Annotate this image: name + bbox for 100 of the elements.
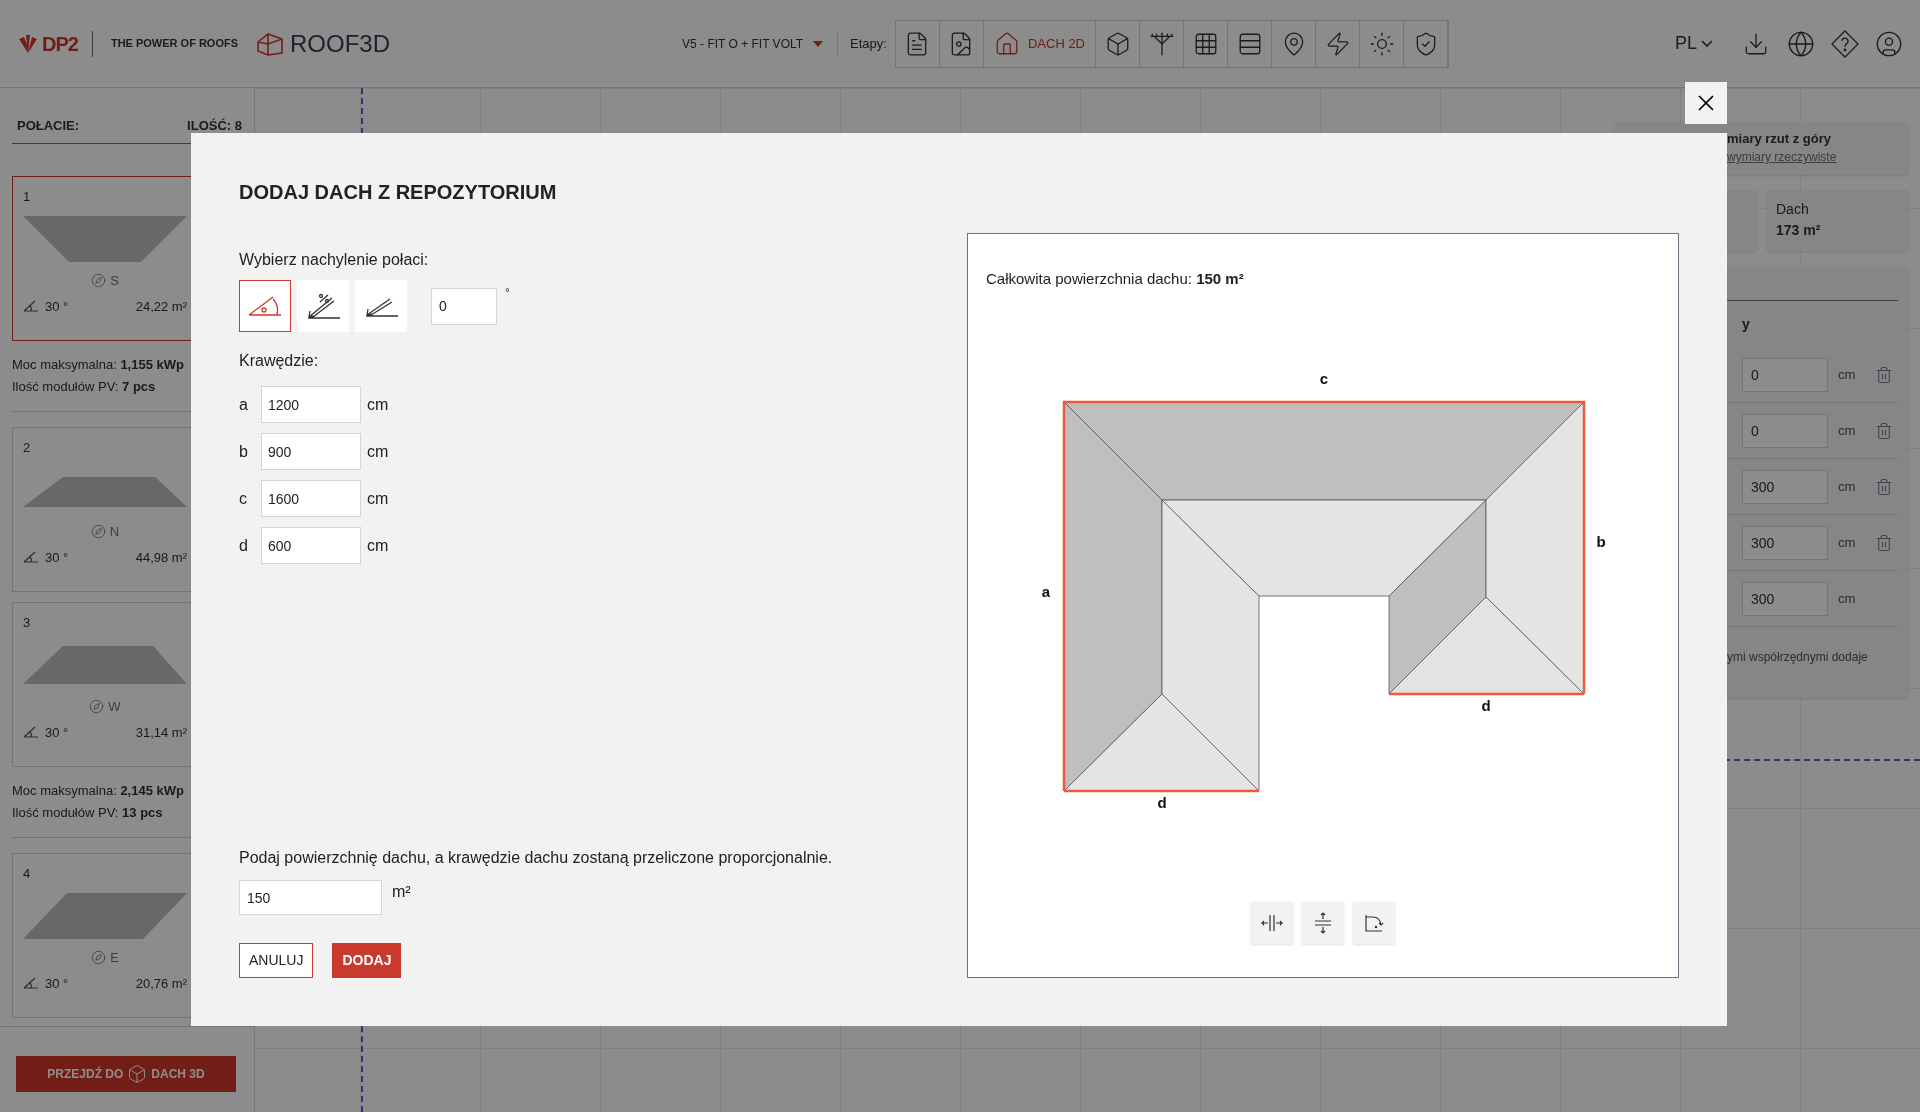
utility-pole-icon	[1148, 30, 1175, 57]
plane-direction: W	[108, 698, 121, 716]
logo-text: DP2	[42, 31, 78, 57]
total-area-text: Całkowita powierzchnia dachu: 150 m²	[986, 270, 1244, 287]
close-button[interactable]	[1685, 82, 1727, 124]
plane-area: 44,98 m²	[135, 547, 187, 567]
degree-unit: °	[505, 285, 510, 302]
plane-direction: E	[110, 949, 119, 967]
edge-name: a	[239, 394, 249, 415]
edge-label: d	[1481, 697, 1491, 714]
delete-icon[interactable]	[1875, 477, 1894, 496]
compass-icon	[91, 950, 107, 966]
plane-number: 3	[23, 614, 32, 632]
mode-text: miary rzut z góry	[1727, 130, 1833, 148]
plane-area: 31,14 m²	[135, 722, 187, 742]
plane-angle: 30 °	[45, 723, 69, 742]
globe-icon[interactable]	[1787, 29, 1815, 58]
edge-length-field[interactable]: 900	[261, 433, 361, 470]
delete-icon[interactable]	[1875, 533, 1894, 552]
note-text: ymi współrzędnymi dodaje	[1727, 650, 1868, 664]
stage-tab[interactable]: DACH 2D	[983, 20, 1096, 67]
column-header: y	[1742, 314, 1750, 334]
unit-label: cm	[1838, 421, 1856, 440]
edge-length-field[interactable]: 1200	[261, 386, 361, 423]
unit-label: cm	[367, 535, 389, 556]
logo-icon	[17, 32, 39, 55]
compass-icon	[91, 273, 107, 289]
module-count-text: Ilość modułów PV: 7 pcs	[12, 378, 157, 396]
flip-vertical-icon	[1312, 912, 1334, 934]
slope-mode-button[interactable]	[239, 280, 291, 332]
slope-angle-icon	[23, 550, 39, 565]
plane-count: ILOŚĆ: 8	[187, 117, 242, 135]
plane-number: 1	[23, 188, 32, 206]
coordinate-field[interactable]: 300	[1742, 525, 1828, 560]
cube-icon	[127, 1064, 148, 1084]
go-to-3d-button[interactable]: PRZEJDŹ DO DACH 3D	[16, 1056, 236, 1092]
delete-icon[interactable]	[1875, 421, 1894, 440]
roof-area-field[interactable]: 150	[239, 880, 382, 915]
unit-label: m²	[392, 882, 411, 902]
coordinate-field[interactable]: 0	[1742, 413, 1828, 448]
edge-length-field[interactable]: 1600	[261, 480, 361, 517]
max-power-text: Moc maksymalna: 1,155 kWp	[12, 356, 185, 374]
plane-number: 4	[23, 865, 32, 883]
plane-area: 20,76 m²	[135, 973, 187, 993]
plane-angle: 30 °	[45, 297, 69, 316]
unit-label: cm	[1838, 589, 1856, 608]
stages-label: Etapy:	[850, 34, 887, 53]
unit-label: cm	[367, 488, 389, 509]
user-icon[interactable]	[1875, 29, 1903, 58]
delete-icon[interactable]	[1875, 365, 1894, 384]
caret-icon	[813, 40, 824, 47]
unit-label: cm	[1838, 365, 1856, 384]
project-dropdown[interactable]: V5 - FIT O + FIT VOLT	[682, 34, 824, 53]
unit-label: cm	[367, 441, 389, 462]
unit-label: cm	[367, 394, 389, 415]
edge-label: d	[1157, 794, 1167, 811]
plane-area: 24,22 m²	[135, 296, 187, 316]
compass-icon	[89, 699, 105, 715]
edge-length-field[interactable]: 600	[261, 527, 361, 564]
unit-label: cm	[1838, 477, 1856, 496]
slope-field[interactable]: 0	[431, 287, 497, 325]
edge-label: b	[1596, 533, 1606, 550]
module-count-text: Ilość modułów PV: 13 pcs	[12, 804, 164, 822]
coordinate-field[interactable]: 300	[1742, 581, 1828, 616]
product-name: ROOF3D	[290, 28, 391, 59]
compass-icon	[90, 524, 106, 540]
slope-angle-icon	[23, 725, 39, 740]
flip-horizontal-button[interactable]	[1251, 902, 1293, 944]
flip-vertical-button[interactable]	[1302, 902, 1344, 944]
brand-tagline: THE POWER OF ROOFS	[110, 36, 239, 52]
edge-label: a	[1041, 583, 1051, 600]
rotate-icon	[1363, 912, 1385, 934]
plane-angle: 30 °	[45, 548, 69, 567]
dimensions-link[interactable]: wymiary rzeczywiste	[1727, 148, 1908, 166]
flip-horizontal-icon	[1261, 912, 1283, 934]
house-icon	[256, 30, 285, 57]
stat-value: 173 m²	[1776, 221, 1822, 240]
angle-icon	[248, 295, 282, 317]
unit-label: cm	[1838, 533, 1856, 552]
coordinate-field[interactable]: 300	[1742, 469, 1828, 504]
rotate-button[interactable]	[1353, 902, 1395, 944]
plane-direction: S	[110, 272, 119, 290]
slope-angle-icon	[23, 299, 39, 314]
cancel-button[interactable]: ANULUJ	[239, 943, 314, 978]
edge-label: c	[1319, 370, 1329, 387]
section-title: POŁACIE:	[16, 117, 80, 135]
edges-label: Krawędzie:	[239, 351, 320, 371]
plane-angle: 30 °	[45, 974, 69, 993]
stat-label: Dach	[1776, 200, 1810, 219]
coordinate-field[interactable]: 0	[1742, 357, 1828, 392]
language-dropdown[interactable]: PL	[1674, 30, 1713, 57]
sun-icon	[1368, 30, 1395, 57]
plane-direction: N	[109, 523, 120, 541]
chevron-icon	[1701, 40, 1713, 47]
slope-angle-icon	[23, 976, 39, 991]
add-button[interactable]: DODAJ	[332, 943, 402, 978]
percent-slope-icon	[306, 292, 340, 320]
plane-number: 2	[23, 439, 32, 457]
help-icon[interactable]	[1831, 29, 1859, 58]
max-power-text: Moc maksymalna: 2,145 kWp	[12, 782, 185, 800]
